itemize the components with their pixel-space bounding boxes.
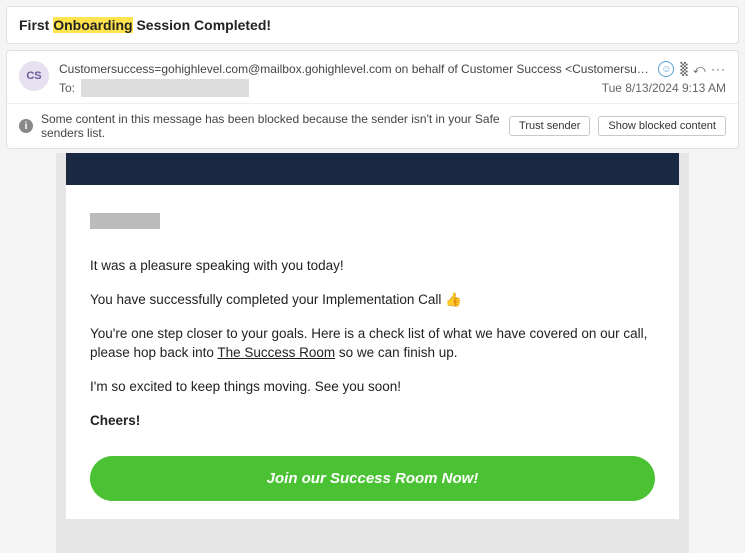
logo-redacted — [90, 213, 160, 229]
sender-info: Customersuccess=gohighlevel.com@mailbox.… — [59, 61, 726, 97]
success-room-link[interactable]: The Success Room — [217, 345, 335, 360]
email-outer: It was a pleasure speaking with you toda… — [56, 153, 689, 553]
subject-highlight: Onboarding — [53, 17, 132, 33]
to-label: To: — [59, 81, 75, 95]
paragraph-checklist: You're one step closer to your goals. He… — [90, 325, 655, 361]
smiley-icon[interactable]: ☺ — [658, 61, 674, 77]
paragraph-greeting: It was a pleasure speaking with you toda… — [90, 257, 655, 275]
sender-text: Customersuccess=gohighlevel.com@mailbox.… — [59, 62, 652, 76]
paragraph-signoff: Cheers! — [90, 412, 655, 430]
trust-sender-button[interactable]: Trust sender — [509, 116, 590, 136]
message-actions[interactable]: ␩ ⤺ ··· — [680, 62, 726, 77]
show-blocked-content-button[interactable]: Show blocked content — [598, 116, 726, 136]
email-body: It was a pleasure speaking with you toda… — [6, 153, 739, 553]
email-subject: First Onboarding Session Completed! — [6, 6, 739, 44]
email-header: CS Customersuccess=gohighlevel.com@mailb… — [6, 50, 739, 149]
thumbs-up-icon: 👍 — [445, 292, 462, 307]
email-content: It was a pleasure speaking with you toda… — [66, 185, 679, 519]
info-icon: i — [19, 119, 33, 133]
subject-suffix: Session Completed! — [133, 17, 271, 33]
join-success-room-button[interactable]: Join our Success Room Now! — [90, 456, 655, 501]
email-timestamp: Tue 8/13/2024 9:13 AM — [602, 81, 726, 95]
avatar: CS — [19, 61, 49, 91]
subject-prefix: First — [19, 17, 53, 33]
blocked-message: Some content in this message has been bl… — [41, 112, 501, 140]
email-banner — [66, 153, 679, 185]
sender-row: CS Customersuccess=gohighlevel.com@mailb… — [7, 51, 738, 103]
to-recipient-redacted — [81, 79, 249, 97]
blocked-content-bar: i Some content in this message has been … — [7, 103, 738, 148]
paragraph-completion: You have successfully completed your Imp… — [90, 291, 655, 309]
paragraph-closing: I'm so excited to keep things moving. Se… — [90, 378, 655, 396]
